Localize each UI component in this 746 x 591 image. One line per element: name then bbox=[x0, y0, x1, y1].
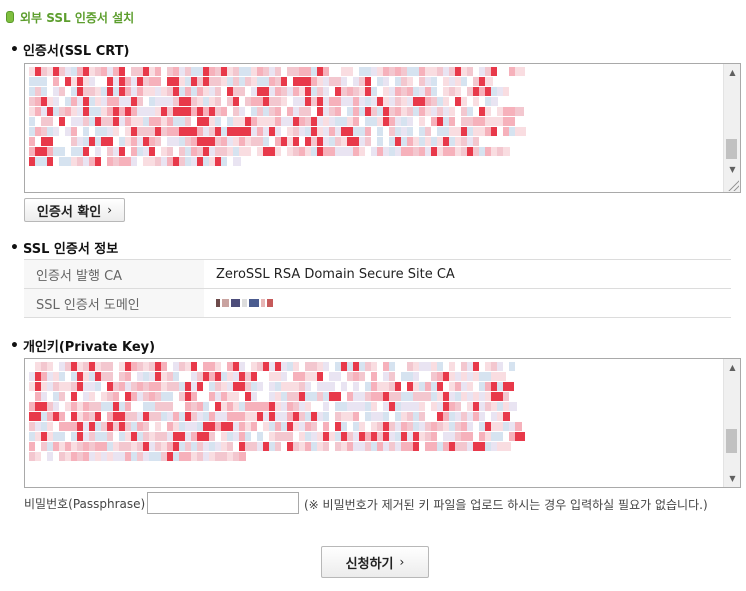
scroll-up-arrow-icon[interactable]: ▲ bbox=[724, 359, 740, 376]
passphrase-note: (※ 비밀번호가 제거된 키 파일을 업로드 하시는 경우 입력하실 필요가 없… bbox=[304, 498, 708, 512]
submit-button[interactable]: 신청하기 › bbox=[321, 546, 429, 578]
check-certificate-button[interactable]: 인증서 확인 › bbox=[24, 198, 125, 222]
chevron-right-icon: › bbox=[107, 203, 113, 217]
private-key-heading: • 개인키(Private Key) bbox=[10, 337, 156, 356]
green-badge-icon bbox=[6, 11, 14, 23]
issuer-label: 인증서 발행 CA bbox=[24, 259, 204, 289]
scroll-down-arrow-icon[interactable]: ▼ bbox=[724, 470, 740, 487]
certificate-content-redacted bbox=[29, 66, 720, 190]
private-key-textarea[interactable]: ▲ ▼ bbox=[24, 358, 741, 488]
cert-info-table: 인증서 발행 CA ZeroSSL RSA Domain Secure Site… bbox=[24, 259, 731, 318]
scroll-up-arrow-icon[interactable]: ▲ bbox=[724, 64, 740, 81]
domain-value bbox=[204, 288, 731, 318]
page-title-row: 외부 SSL 인증서 설치 bbox=[6, 8, 134, 26]
page-title: 외부 SSL 인증서 설치 bbox=[20, 10, 135, 25]
certificate-heading: • 인증서(SSL CRT) bbox=[10, 41, 130, 60]
cert-info-heading: • SSL 인증서 정보 bbox=[10, 239, 119, 258]
scroll-down-arrow-icon[interactable]: ▼ bbox=[724, 161, 740, 178]
passphrase-input[interactable] bbox=[147, 492, 299, 514]
issuer-value: ZeroSSL RSA Domain Secure Site CA bbox=[204, 259, 731, 289]
table-row: SSL 인증서 도메인 bbox=[24, 288, 731, 318]
scroll-thumb[interactable] bbox=[726, 429, 737, 453]
scroll-thumb[interactable] bbox=[726, 139, 737, 159]
resize-grip-icon[interactable] bbox=[727, 179, 739, 191]
chevron-right-icon: › bbox=[399, 555, 405, 569]
redacted-domain bbox=[216, 299, 273, 307]
private-key-content-redacted bbox=[29, 361, 720, 485]
private-key-scrollbar[interactable]: ▲ ▼ bbox=[723, 359, 740, 487]
domain-label: SSL 인증서 도메인 bbox=[24, 288, 204, 318]
passphrase-label: 비밀번호(Passphrase) bbox=[24, 497, 146, 511]
certificate-scrollbar[interactable]: ▲ ▼ bbox=[723, 64, 740, 192]
certificate-textarea[interactable]: ▲ ▼ bbox=[24, 63, 741, 193]
table-row: 인증서 발행 CA ZeroSSL RSA Domain Secure Site… bbox=[24, 259, 731, 289]
